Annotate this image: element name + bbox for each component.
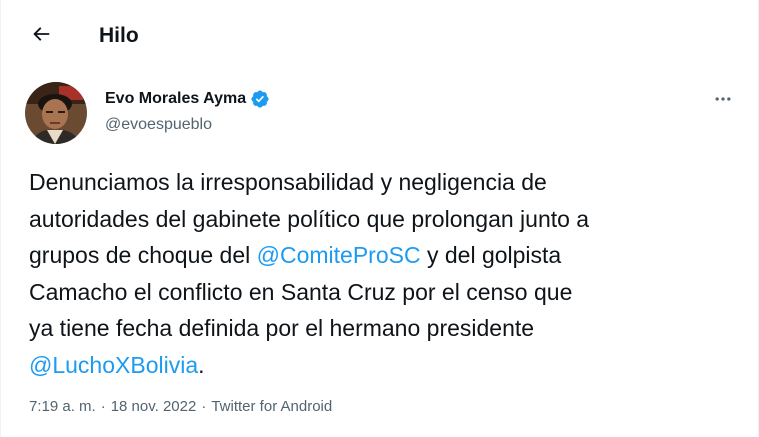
back-button[interactable] xyxy=(23,18,59,54)
tweet-text-line: Denunciamos la irresponsabilidad y negli… xyxy=(29,169,547,195)
thread-page: Hilo Evo Morales Ayma @evoespueblo Denun… xyxy=(0,0,759,437)
arrow-left-icon xyxy=(30,23,52,50)
author-name-row: Evo Morales Ayma xyxy=(105,88,270,110)
verified-badge-icon xyxy=(250,89,270,109)
page-title: Hilo xyxy=(99,24,139,47)
tweet-date[interactable]: 18 nov. 2022 xyxy=(111,397,197,417)
more-options-button[interactable] xyxy=(705,86,741,116)
author-handle[interactable]: @evoespueblo xyxy=(105,116,212,134)
tweet-text-segment: grupos de choque del xyxy=(29,242,257,268)
tweet-metadata: 7:19 a. m. · 18 nov. 2022 · Twitter for … xyxy=(29,397,332,417)
more-horizontal-icon xyxy=(713,89,733,114)
meta-separator: · xyxy=(201,398,207,415)
tweet-text: Denunciamos la irresponsabilidad y negli… xyxy=(29,164,741,383)
thread-header: Hilo xyxy=(1,0,758,72)
mention-link-comiteprosc[interactable]: @ComiteProSC xyxy=(257,242,421,268)
tweet-text-segment: . xyxy=(198,351,205,378)
mention-link-luchoxbolivia[interactable]: @LuchoXBolivia xyxy=(29,352,198,378)
author-avatar[interactable] xyxy=(25,82,87,144)
tweet-text-line: @LuchoXBolivia. xyxy=(29,347,741,384)
tweet-text-line: ya tiene fecha definida por el hermano p… xyxy=(29,315,535,341)
tweet-text-segment: y del golpista xyxy=(420,242,562,268)
author-name[interactable]: Evo Morales Ayma xyxy=(105,90,246,108)
tweet-time[interactable]: 7:19 a. m. xyxy=(29,397,96,417)
tweet-text-line: autoridades del gabinete político que pr… xyxy=(29,205,590,232)
tweet-source[interactable]: Twitter for Android xyxy=(211,397,332,417)
meta-separator: · xyxy=(100,398,106,415)
tweet-text-line: grupos de choque del @ComiteProSC y del … xyxy=(29,237,741,274)
tweet-text-line: Camacho el conflicto en Santa Cruz por e… xyxy=(29,278,573,305)
